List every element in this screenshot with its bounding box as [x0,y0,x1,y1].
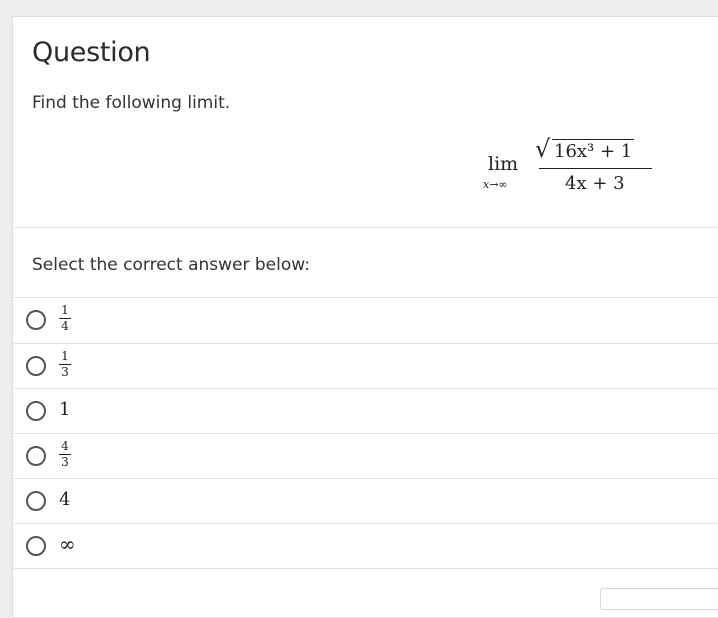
fraction-value: 4 3 [59,440,71,469]
answer-instructions: Select the correct answer below: [32,255,310,275]
fraction-denominator: 3 [61,455,69,469]
limit-subscript: x→∞ [483,178,508,191]
fraction-value: 1 4 [59,304,71,333]
radio-button[interactable] [26,491,46,511]
fraction-denominator: 3 [61,365,69,379]
submit-button-edge[interactable] [600,588,718,610]
answer-value: ∞ [59,532,76,556]
radio-button[interactable] [26,401,46,421]
radio-button[interactable] [26,356,46,376]
question-card: Question Find the following limit. lim x… [12,16,718,618]
fraction-numerator: 1 [61,303,69,317]
limit-formula: lim x→∞ √ 16x³ + 1 4x + 3 [483,135,653,210]
formula-fraction-bar [539,168,652,170]
fraction-numerator: 1 [61,349,69,363]
radio-button[interactable] [26,446,46,466]
answer-option-2[interactable]: 1 3 [13,344,718,389]
fraction-value: 1 3 [59,350,71,379]
question-title: Question [32,37,151,68]
answer-option-3[interactable]: 1 [13,389,718,434]
formula-denominator: 4x + 3 [565,173,625,194]
limit-operator: lim [488,153,519,175]
answer-value: 1 [59,399,71,420]
section-divider [13,227,718,228]
radio-button[interactable] [26,310,46,330]
square-root-symbol: √ [535,135,551,163]
answer-option-1[interactable]: 1 4 [13,298,718,343]
fraction-numerator: 4 [61,439,69,453]
fraction-denominator: 4 [61,319,69,333]
question-prompt: Find the following limit. [32,93,231,113]
answer-value: 4 [59,489,71,510]
answer-option-4[interactable]: 4 3 [13,434,718,479]
option-divider [13,568,718,569]
answer-option-5[interactable]: 4 [13,479,718,524]
formula-numerator: 16x³ + 1 [552,139,635,162]
radio-button[interactable] [26,536,46,556]
answer-option-6[interactable]: ∞ [13,524,718,569]
